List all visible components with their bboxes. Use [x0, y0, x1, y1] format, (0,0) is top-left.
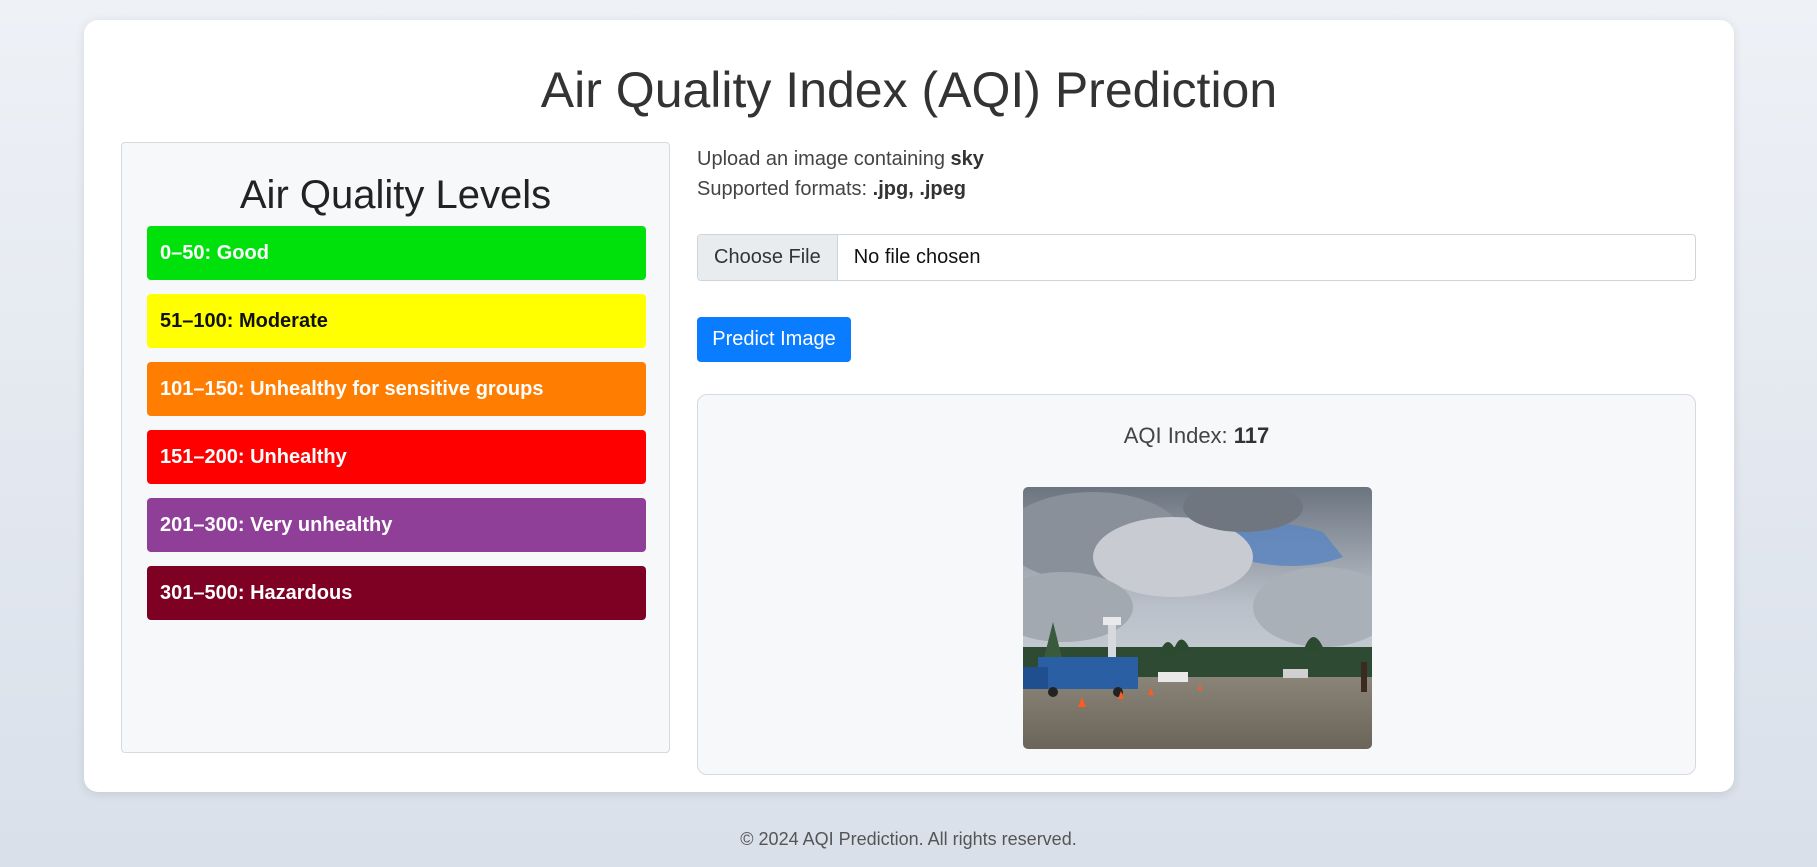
file-status: No file chosen — [853, 246, 981, 268]
upload-hint: Upload an image containing sky — [697, 148, 984, 170]
level-moderate: 51–100: Moderate — [147, 294, 646, 348]
result-panel: AQI Index: 117 — [697, 394, 1696, 775]
upload-section: Upload an image containing sky Supported… — [697, 142, 1697, 775]
upload-instructions: Upload an image containing sky Supported… — [697, 144, 1697, 204]
level-very-unhealthy: 201–300: Very unhealthy — [147, 498, 646, 552]
file-input[interactable]: Choose File No file chosen — [697, 234, 1696, 281]
level-unhealthy: 151–200: Unhealthy — [147, 430, 646, 484]
levels-list: 0–50: Good 51–100: Moderate 101–150: Unh… — [147, 226, 646, 634]
air-quality-levels-panel: Air Quality Levels 0–50: Good 51–100: Mo… — [121, 142, 670, 753]
formats-list: .jpg, .jpeg — [872, 178, 966, 200]
level-unhealthy-sensitive: 101–150: Unhealthy for sensitive groups — [147, 362, 646, 416]
level-label: 101–150: Unhealthy for sensitive groups — [160, 377, 544, 400]
page-title: Air Quality Index (AQI) Prediction — [540, 62, 1278, 118]
main-card: Air Quality Index (AQI) Prediction Air Q… — [84, 20, 1734, 792]
level-label: 301–500: Hazardous — [160, 581, 353, 604]
choose-file-button[interactable]: Choose File — [698, 235, 838, 280]
level-hazardous: 301–500: Hazardous — [147, 566, 646, 620]
level-label: 51–100: Moderate — [160, 309, 328, 332]
level-label: 0–50: Good — [160, 241, 269, 264]
level-good: 0–50: Good — [147, 226, 646, 280]
uploaded-sky-image — [1023, 487, 1372, 749]
footer: © 2024 AQI Prediction. All rights reserv… — [740, 829, 1077, 849]
aqi-value: 117 — [1233, 423, 1270, 448]
aqi-result: AQI Index: 117 — [698, 423, 1695, 449]
level-label: 151–200: Unhealthy — [160, 445, 347, 468]
level-label: 201–300: Very unhealthy — [160, 513, 393, 536]
predict-image-button[interactable]: Predict Image — [697, 317, 851, 362]
levels-title: Air Quality Levels — [239, 173, 552, 217]
aqi-label: AQI Index: — [1123, 423, 1234, 448]
sky-keyword: sky — [950, 148, 984, 170]
supported-formats: Supported formats: .jpg, .jpeg — [697, 178, 966, 200]
